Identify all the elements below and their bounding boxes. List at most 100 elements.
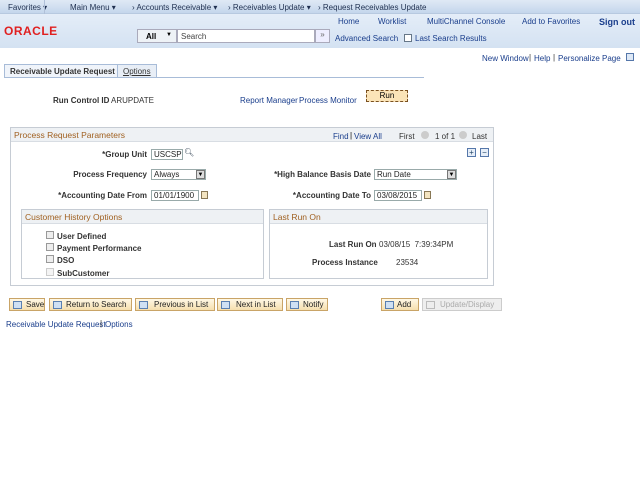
oracle-logo: ORACLE [4, 24, 58, 38]
checkbox-label: User Defined [57, 232, 107, 241]
previous-icon [139, 301, 148, 309]
group-unit-label: *Group Unit [102, 150, 147, 159]
notify-button[interactable]: Notify [286, 298, 328, 311]
last-run-on-value: 03/08/15 7:39:34PM [379, 240, 454, 249]
accounting-date-from-label: *Accounting Date From [58, 191, 147, 200]
checkbox-label: Payment Performance [57, 244, 142, 253]
tab-options[interactable]: Options [117, 64, 157, 77]
search-scope-value: All [146, 32, 157, 41]
last-search-results-link[interactable]: Last Search Results [415, 34, 487, 43]
multichannel-console-link[interactable]: MultiChannel Console [427, 17, 505, 26]
accounting-date-to-input[interactable]: 03/08/2015 [374, 190, 422, 201]
breadcrumb-label: Receivables Update [232, 3, 305, 12]
main-menu-label: Main Menu [70, 3, 110, 12]
return-icon [53, 301, 62, 309]
breadcrumb-accounts-receivable[interactable]: › Accounts Receivable ▾ [132, 3, 217, 12]
run-control-value: ARUPDATE [111, 96, 154, 105]
divider [44, 0, 45, 14]
update-icon [426, 301, 435, 309]
previous-in-list-button[interactable]: Previous in List [135, 298, 215, 311]
dso-checkbox[interactable] [46, 255, 54, 263]
row-count: 1 of 1 [435, 132, 456, 141]
button-label: Update/Display [440, 300, 495, 309]
help-link[interactable]: Help [534, 54, 550, 63]
button-label: Next in List [236, 300, 276, 309]
advanced-search-link[interactable]: Advanced Search [335, 34, 398, 43]
chevron-down-icon[interactable]: ▼ [447, 170, 456, 179]
next-in-list-button[interactable]: Next in List [217, 298, 283, 311]
add-to-favorites-link[interactable]: Add to Favorites [522, 17, 580, 26]
favorites-menu[interactable]: Favorites ▾ [8, 3, 47, 12]
home-link[interactable]: Home [338, 17, 359, 26]
search-go-button[interactable]: » [315, 29, 330, 43]
customer-history-options-panel: Customer History Options User Defined Pa… [21, 209, 264, 279]
notify-icon [290, 301, 299, 309]
lookup-icon[interactable]: 🔍︎ [184, 148, 194, 157]
process-monitor-link[interactable]: Process Monitor [299, 96, 357, 105]
find-link[interactable]: Find [333, 132, 349, 141]
tab-receivable-update-request[interactable]: Receivable Update Request [4, 64, 121, 78]
footer-link-options[interactable]: Options [105, 320, 133, 329]
search-input[interactable]: Search [177, 29, 315, 43]
payment-performance-checkbox[interactable] [46, 243, 54, 251]
high-balance-basis-date-label: *High Balance Basis Date [274, 170, 371, 179]
breadcrumb-label: Accounts Receivable [136, 3, 212, 12]
run-control-label: Run Control ID [53, 96, 110, 105]
save-button[interactable]: Save [9, 298, 45, 311]
tab-underline [4, 77, 424, 78]
chevron-down-icon: ▼ [166, 32, 172, 38]
top-nav-bar: Favorites ▾ Main Menu ▾ › Accounts Recei… [0, 0, 640, 14]
new-window-link[interactable]: New Window [482, 54, 529, 63]
last-label: Last [472, 132, 488, 141]
favorites-label: Favorites [8, 3, 41, 12]
report-manager-link[interactable]: Report Manager [240, 96, 298, 105]
personalize-page-link[interactable]: Personalize Page [558, 54, 621, 63]
delete-row-icon[interactable]: − [480, 148, 489, 157]
accounting-date-to-label: *Accounting Date To [292, 191, 371, 200]
high-balance-basis-date-select[interactable]: Run Date [374, 169, 457, 180]
breadcrumb-current[interactable]: › Request Receivables Update [318, 3, 427, 12]
calendar-icon[interactable] [201, 191, 208, 199]
process-instance-label: Process Instance [312, 258, 378, 267]
add-icon [385, 301, 394, 309]
button-label: Add [397, 300, 412, 309]
add-button[interactable]: Add [381, 298, 419, 311]
main-menu[interactable]: Main Menu ▾ [70, 3, 116, 12]
panel-title: Last Run On [270, 210, 487, 224]
return-to-search-button[interactable]: Return to Search [49, 298, 132, 311]
checkbox-label: DSO [57, 256, 75, 265]
process-frequency-label: Process Frequency [73, 170, 147, 179]
process-instance-value: 23534 [396, 258, 419, 267]
next-arrow-icon[interactable] [459, 131, 467, 139]
breadcrumb-receivables-update[interactable]: › Receivables Update ▾ [228, 3, 311, 12]
view-all-link[interactable]: View All [354, 132, 382, 141]
panel-title: Customer History Options [22, 210, 263, 224]
run-button[interactable]: Run [366, 90, 408, 102]
worklist-link[interactable]: Worklist [378, 17, 406, 26]
button-label: Save [26, 300, 45, 309]
accounting-date-from-input[interactable]: 01/01/1900 [151, 190, 199, 201]
calendar-icon[interactable] [424, 191, 431, 199]
add-row-icon[interactable]: + [467, 148, 476, 157]
checkbox-label: SubCustomer [57, 269, 110, 278]
first-label: First [399, 132, 415, 141]
footer-link-receivable-update-request[interactable]: Receivable Update Request [6, 320, 106, 329]
update-display-button[interactable]: Update/Display [422, 298, 502, 311]
process-request-parameters-panel: Process Request Parameters Find | View A… [10, 127, 494, 286]
header: ORACLE Home Worklist MultiChannel Consol… [0, 14, 640, 48]
previous-arrow-icon[interactable] [421, 131, 429, 139]
subcustomer-checkbox[interactable] [46, 268, 54, 276]
next-icon [221, 301, 230, 309]
last-search-icon [404, 34, 412, 42]
spreadsheet-icon[interactable] [626, 53, 634, 61]
group-unit-input[interactable]: USCSP [151, 149, 183, 160]
last-run-on-label: Last Run On [329, 240, 377, 249]
search-scope-select[interactable]: All ▼ [137, 29, 177, 43]
sign-out-link[interactable]: Sign out [599, 17, 635, 27]
user-defined-checkbox[interactable] [46, 231, 54, 239]
button-label: Return to Search [66, 300, 127, 309]
button-label: Notify [303, 300, 324, 309]
button-label: Previous in List [154, 300, 209, 309]
breadcrumb-label: Request Receivables Update [322, 3, 427, 12]
chevron-down-icon[interactable]: ▼ [196, 170, 205, 179]
